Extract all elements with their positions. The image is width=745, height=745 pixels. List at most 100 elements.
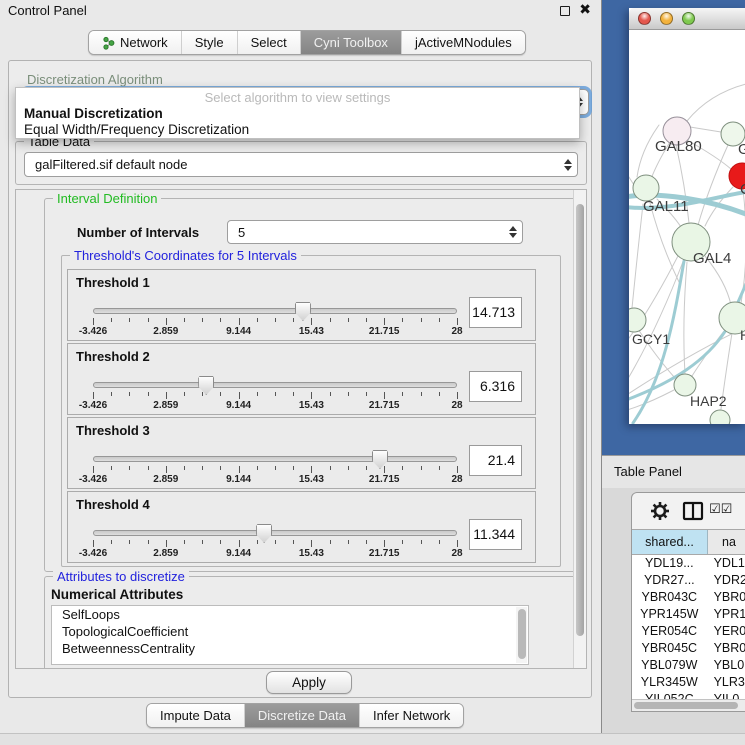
attribute-item-betweennesscentrality[interactable]: BetweennessCentrality xyxy=(52,640,528,657)
float-window-icon[interactable] xyxy=(560,6,570,16)
slider-tick-labels: -3.4262.8599.14415.4321.71528 xyxy=(93,326,457,338)
cell-name: YDR2 xyxy=(707,572,745,589)
tab-impute-data[interactable]: Impute Data xyxy=(147,704,244,727)
network-edge[interactable] xyxy=(687,84,745,121)
tick-label: 28 xyxy=(451,400,462,411)
algorithm-hint-option[interactable]: Select algorithm to view settings xyxy=(16,90,579,105)
column-header-shared[interactable]: shared... xyxy=(632,530,708,554)
settings-vertical-scrollbar[interactable] xyxy=(573,190,586,668)
tab-select[interactable]: Select xyxy=(237,31,300,54)
threshold-slider-track[interactable] xyxy=(93,308,457,314)
table-horizontal-scrollbar[interactable] xyxy=(632,699,745,711)
close-icon[interactable]: ✖ xyxy=(579,2,591,18)
tick-label: 28 xyxy=(451,474,462,485)
interval-definition-group-title: Interval Definition xyxy=(53,191,161,206)
number-of-intervals-combobox[interactable]: 5 xyxy=(227,220,523,244)
tab-discretize-data[interactable]: Discretize Data xyxy=(244,704,359,727)
table-data-combo-value: galFiltered.sif default node xyxy=(35,157,187,172)
network-edge[interactable] xyxy=(629,171,634,185)
threshold-slider-track[interactable] xyxy=(93,456,457,462)
mac-close-button[interactable] xyxy=(638,12,651,25)
tick-label: 9.144 xyxy=(226,326,251,337)
tick-label: 9.144 xyxy=(226,474,251,485)
tick-label: 2.859 xyxy=(153,548,178,559)
algorithm-option-manual-discretization[interactable]: Manual Discretization xyxy=(24,106,163,121)
network-icon xyxy=(102,36,115,50)
table-row[interactable]: YLR345WYLR3 xyxy=(632,674,745,691)
tab-label: Select xyxy=(251,35,287,50)
gear-icon[interactable] xyxy=(650,501,670,521)
number-of-intervals-label: Number of Intervals xyxy=(77,225,199,240)
tick-label: 2.859 xyxy=(153,326,178,337)
threshold-label: Threshold 4 xyxy=(76,497,150,512)
column-header-name[interactable]: na xyxy=(708,530,745,554)
control-panel-tabs: NetworkStyle Select Cyni ToolboxjActiveMNo… xyxy=(88,30,526,55)
cell-name: YBR0 xyxy=(707,589,745,606)
tab-cyni-toolbox[interactable]: Cyni Toolbox xyxy=(300,31,401,54)
network-edge[interactable] xyxy=(698,145,728,225)
threshold-label: Threshold 3 xyxy=(76,423,150,438)
table-row[interactable]: YDR27...YDR2 xyxy=(632,572,745,589)
apply-button[interactable]: Apply xyxy=(266,671,352,694)
network-edge[interactable] xyxy=(690,127,721,132)
network-node-label: GCY1 xyxy=(632,331,670,347)
network-window-titlebar xyxy=(629,8,745,30)
tick-label: 21.715 xyxy=(369,326,400,337)
table-row[interactable]: YPR145WYPR1 xyxy=(632,606,745,623)
network-node-label: HAP2 xyxy=(690,393,727,409)
slider-ticks xyxy=(93,540,457,548)
mac-minimize-button[interactable] xyxy=(660,12,673,25)
threshold-value-field[interactable]: 14.713 xyxy=(469,297,522,328)
threshold-panel-1: Threshold 1-3.4262.8599.14415.4321.71528… xyxy=(67,269,536,341)
network-node-label: C xyxy=(740,181,745,198)
tab-style[interactable]: Style xyxy=(181,31,237,54)
threshold-value-field[interactable]: 6.316 xyxy=(469,371,522,402)
threshold-value-field[interactable]: 11.344 xyxy=(469,519,522,550)
slider-ticks xyxy=(93,392,457,400)
threshold-value-field[interactable]: 21.4 xyxy=(469,445,522,476)
network-node[interactable] xyxy=(710,410,730,424)
thresholds-group: Threshold's Coordinates for 5 Intervals … xyxy=(61,255,561,567)
interval-definition-group: Interval Definition Number of Intervals … xyxy=(44,198,576,572)
tick-label: 28 xyxy=(451,326,462,337)
cell-shared-name: YBR043C xyxy=(632,589,707,606)
tick-label: 21.715 xyxy=(369,400,400,411)
algorithm-option-equal-width-frequency-discretization[interactable]: Equal Width/Frequency Discretization xyxy=(24,122,249,137)
tick-label: -3.426 xyxy=(79,548,107,559)
threshold-slider-track[interactable] xyxy=(93,530,457,536)
table-data-combobox[interactable]: galFiltered.sif default node xyxy=(24,152,578,177)
attributes-list-scrollbar[interactable] xyxy=(516,607,527,663)
tick-label: 15.43 xyxy=(299,400,324,411)
tab-infer-network[interactable]: Infer Network xyxy=(359,704,463,727)
tick-label: 15.43 xyxy=(299,326,324,337)
tick-label: -3.426 xyxy=(79,326,107,337)
tab-jactivemnodules[interactable]: jActiveMNodules xyxy=(401,31,525,54)
table-row[interactable]: YBL079WYBL0 xyxy=(632,657,745,674)
threshold-slider-track[interactable] xyxy=(93,382,457,388)
tab-network[interactable]: Network xyxy=(89,31,181,54)
table-row[interactable]: YBR043CYBR0 xyxy=(632,589,745,606)
network-canvas[interactable]: GAL80GACGAL11GAL4GCY1HHAP2 xyxy=(629,30,745,424)
network-node-gcy1[interactable] xyxy=(629,308,646,332)
tab-label: Infer Network xyxy=(373,708,450,723)
network-edge[interactable] xyxy=(632,204,643,308)
attribute-item-selfloops[interactable]: SelfLoops xyxy=(52,606,528,623)
threshold-panel-3: Threshold 3-3.4262.8599.14415.4321.71528… xyxy=(67,417,536,489)
checked-checkbox-icons[interactable]: ☑☑ xyxy=(709,502,732,517)
network-edge[interactable] xyxy=(684,262,687,374)
cyni-bottom-tabs: Impute DataDiscretize Data Infer Network xyxy=(146,703,464,728)
tick-label: 21.715 xyxy=(369,548,400,559)
table-row[interactable]: YER054CYER0 xyxy=(632,623,745,640)
columns-icon[interactable] xyxy=(682,501,704,521)
table-row[interactable]: YBR045CYBR0 xyxy=(632,640,745,657)
numerical-attributes-list[interactable]: SelfLoopsTopologicalCoefficientBetweenne… xyxy=(51,605,529,665)
table-panel-titlebar: Table Panel xyxy=(602,455,745,488)
combo-stepper-icon xyxy=(564,159,572,171)
slider-tick-labels: -3.4262.8599.14415.4321.71528 xyxy=(93,548,457,560)
network-node-label: GA xyxy=(738,141,745,158)
attributes-group: Attributes to discretize Numerical Attri… xyxy=(44,576,576,669)
attribute-item-topologicalcoefficient[interactable]: TopologicalCoefficient xyxy=(52,623,528,640)
cell-shared-name: YDL19... xyxy=(632,555,707,572)
mac-zoom-button[interactable] xyxy=(682,12,695,25)
table-row[interactable]: YDL19...YDL1 xyxy=(632,555,745,572)
